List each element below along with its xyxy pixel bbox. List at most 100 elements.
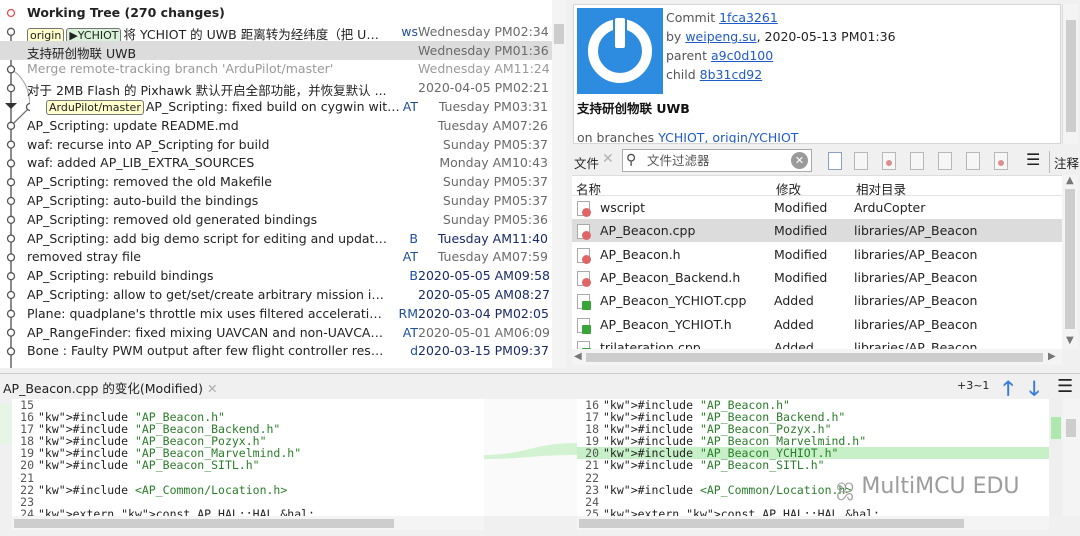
commit-log[interactable]: Working Tree (270 changes) origin ▶YCHIOT 将… xyxy=(0,0,566,368)
close-icon[interactable]: ✕ xyxy=(602,151,614,167)
file-directory: libraries/AP_Beacon xyxy=(854,223,978,239)
scroll-thumb[interactable] xyxy=(554,24,564,44)
wechat-icon: ஜ xyxy=(836,474,855,499)
parent-link[interactable]: a9c0d100 xyxy=(711,48,773,63)
commit-subject: AP_Scripting: update README.md xyxy=(27,118,387,133)
scroll-up-icon[interactable]: ▲ xyxy=(1066,175,1074,186)
diff-line: 22 "kw">#include <AP_Common/Location.h> xyxy=(12,484,484,496)
file-modified-icon[interactable] xyxy=(882,152,896,170)
commit-subject: Working Tree (270 changes) xyxy=(27,5,387,20)
diff-scrollbar[interactable] xyxy=(1062,399,1080,516)
scroll-down-icon[interactable]: ▼ xyxy=(1066,335,1074,346)
file-status: Added xyxy=(774,316,814,332)
commit-subject: AP_RangeFinder: fixed mixing UAVCAN and … xyxy=(27,325,387,340)
commit-row[interactable]: AP_Scripting: rebuild bindings B 2020-05-0… xyxy=(0,266,552,285)
file-star-icon[interactable] xyxy=(966,152,980,170)
file-icon[interactable] xyxy=(854,152,868,170)
file-row[interactable]: wscript Modified ArduCopter xyxy=(572,196,1062,219)
file-filter-field[interactable]: ⚲ ✕ xyxy=(622,149,812,172)
file-icon-2[interactable] xyxy=(938,152,952,170)
parent-label: parent xyxy=(666,48,707,63)
file-added-icon xyxy=(577,294,591,311)
file-directory: ArduCopter xyxy=(854,200,926,215)
file-row[interactable]: AP_Beacon_YCHIOT.h Added libraries/AP_Beac… xyxy=(572,313,1062,336)
commit-row[interactable]: origin ▶YCHIOT 将 YCHIOT 的 UWB 距离转为经纬度（把 UW… xyxy=(0,22,552,43)
branches-line: on branches YCHIOT, origin/YCHIOT xyxy=(577,130,798,143)
diff-right-hscrollbar[interactable] xyxy=(577,516,1049,530)
commit-row[interactable]: AP_RangeFinder: fixed mixing UAVCAN and … xyxy=(0,323,552,342)
commit-hash-link[interactable]: 1fca3261 xyxy=(719,10,778,25)
diff-menu-icon[interactable]: ☰ xyxy=(1057,376,1073,397)
commit-row[interactable]: waf: recurse into AP_Scripting for build… xyxy=(0,135,552,154)
scroll-thumb[interactable] xyxy=(1066,419,1076,437)
commit-row[interactable]: AP_Scripting: add big demo script for ed… xyxy=(0,229,552,248)
branches-link[interactable]: YCHIOT, origin/YCHIOT xyxy=(658,130,798,143)
details-scrollbar[interactable] xyxy=(1062,4,1078,144)
file-removed-icon[interactable] xyxy=(994,152,1008,170)
file-list-scrollbar[interactable]: ▲ ▼ xyxy=(1062,175,1078,349)
status-dot xyxy=(582,208,591,217)
scroll-thumb[interactable] xyxy=(579,519,964,528)
commit-row[interactable]: Plane: quadplane's throttle mix uses fil… xyxy=(0,304,552,323)
file-row[interactable]: AP_Beacon_YCHIOT.cpp Added libraries/AP_Be… xyxy=(572,289,1062,312)
scroll-right-icon[interactable]: ▶ xyxy=(1048,351,1056,362)
commit-row[interactable]: Working Tree (270 changes) xyxy=(0,3,552,22)
commit-author: AT xyxy=(402,324,418,340)
file-directory: libraries/AP_Beacon xyxy=(854,246,978,262)
menu-icon[interactable]: ☰ xyxy=(1026,152,1042,168)
commit-row[interactable]: ArduPilot/master AP_Scripting: fixed buil… xyxy=(0,97,552,116)
commit-author: d xyxy=(410,343,418,359)
new-file-icon[interactable] xyxy=(828,152,842,170)
commit-subject-text: waf: recurse into AP_Scripting for build xyxy=(27,136,270,152)
diff-left-pane[interactable]: 15 16 "kw">#include "AP_Beacon.h" 17 "kw">#i… xyxy=(12,399,484,516)
file-list-hscrollbar[interactable]: ◀ ▶ xyxy=(572,349,1062,365)
commit-row[interactable]: Merge remote-tracking branch 'ArduPilot/… xyxy=(0,59,552,78)
line-code: "kw">extern "kw">const AP_HAL::HAL &hal; xyxy=(38,506,315,516)
commit-row[interactable]: AP_Scripting: removed the old Makefile Su… xyxy=(0,172,552,191)
file-copy-icon[interactable] xyxy=(910,152,924,170)
diff-left-hscrollbar[interactable] xyxy=(12,516,484,530)
commit-date: 2020-04-05 PM02:21 xyxy=(418,80,549,96)
file-row[interactable]: AP_Beacon.h Modified libraries/AP_Beacon xyxy=(572,243,1062,266)
commit-row[interactable]: AP_Scripting: removed old generated bind… xyxy=(0,210,552,229)
commit-row[interactable]: removed stray file AT Tuesday AM07:59 xyxy=(0,247,552,266)
author-link[interactable]: weipeng.su xyxy=(685,29,756,44)
scroll-thumb[interactable] xyxy=(1066,20,1076,132)
file-row[interactable]: AP_Beacon.cpp Modified libraries/AP_Beacon xyxy=(572,219,1062,243)
commit-subject-text: Plane: quadplane's throttle mix uses fil… xyxy=(27,305,387,321)
by-label: by xyxy=(666,29,682,44)
file-filter-input[interactable] xyxy=(647,153,787,168)
commit-subject-text: removed stray file xyxy=(27,249,141,265)
scroll-thumb[interactable] xyxy=(1065,189,1075,329)
status-dot xyxy=(582,231,591,241)
line-number: 24 xyxy=(20,506,34,516)
commit-row[interactable]: AP_Scripting: auto-build the bindings Sun… xyxy=(0,191,552,210)
scroll-thumb[interactable] xyxy=(14,519,394,528)
file-status: Modified xyxy=(774,200,828,215)
line-number: 22 xyxy=(585,470,599,485)
scroll-left-icon[interactable]: ◀ xyxy=(574,351,582,362)
file-row[interactable]: AP_Beacon_Backend.h Modified libraries/AP_… xyxy=(572,266,1062,289)
diff-overview-bar[interactable] xyxy=(1050,399,1062,516)
commit-date: Tuesday AM11:40 xyxy=(437,230,548,246)
commit-row[interactable]: AP_Scripting: allow to get/set/create ar… xyxy=(0,285,552,304)
commit-row[interactable]: 支持研创物联 UWB Wednesday PM01:36 xyxy=(0,40,552,61)
commit-log-scrollbar[interactable] xyxy=(552,0,566,368)
annotate-button[interactable]: 注释 xyxy=(1049,151,1079,173)
close-diff-icon[interactable]: ✕ xyxy=(207,381,217,396)
clear-filter-icon[interactable]: ✕ xyxy=(791,152,808,169)
file-row[interactable]: trilateration.cpp Added libraries/AP_Beaco… xyxy=(572,336,1062,349)
scroll-thumb[interactable] xyxy=(586,353,1043,362)
commit-row[interactable]: 对于 2MB Flash 的 Pixhawk 默认开启全部功能，并恢复默认 ..… xyxy=(0,78,552,98)
child-link[interactable]: 8b31cd92 xyxy=(700,67,763,82)
child-label: child xyxy=(666,67,696,82)
author-line: by weipeng.su, 2020-05-13 PM01:36 xyxy=(666,29,896,44)
commit-row[interactable]: AP_Scripting: update README.md Tuesday AM… xyxy=(0,116,552,135)
commit-date: Monday AM10:43 xyxy=(439,155,548,171)
ref-tag[interactable]: ArduPilot/master xyxy=(46,100,144,115)
commit-subject-text: waf: added AP_LIB_EXTRA_SOURCES xyxy=(27,155,255,171)
commit-row[interactable]: Bone : Faulty PWM output after few fligh… xyxy=(0,341,552,360)
commit-date: Wednesday PM01:36 xyxy=(418,42,549,58)
commit-row[interactable]: waf: added AP_LIB_EXTRA_SOURCES Monday AM… xyxy=(0,153,552,172)
change-marker xyxy=(0,404,12,444)
